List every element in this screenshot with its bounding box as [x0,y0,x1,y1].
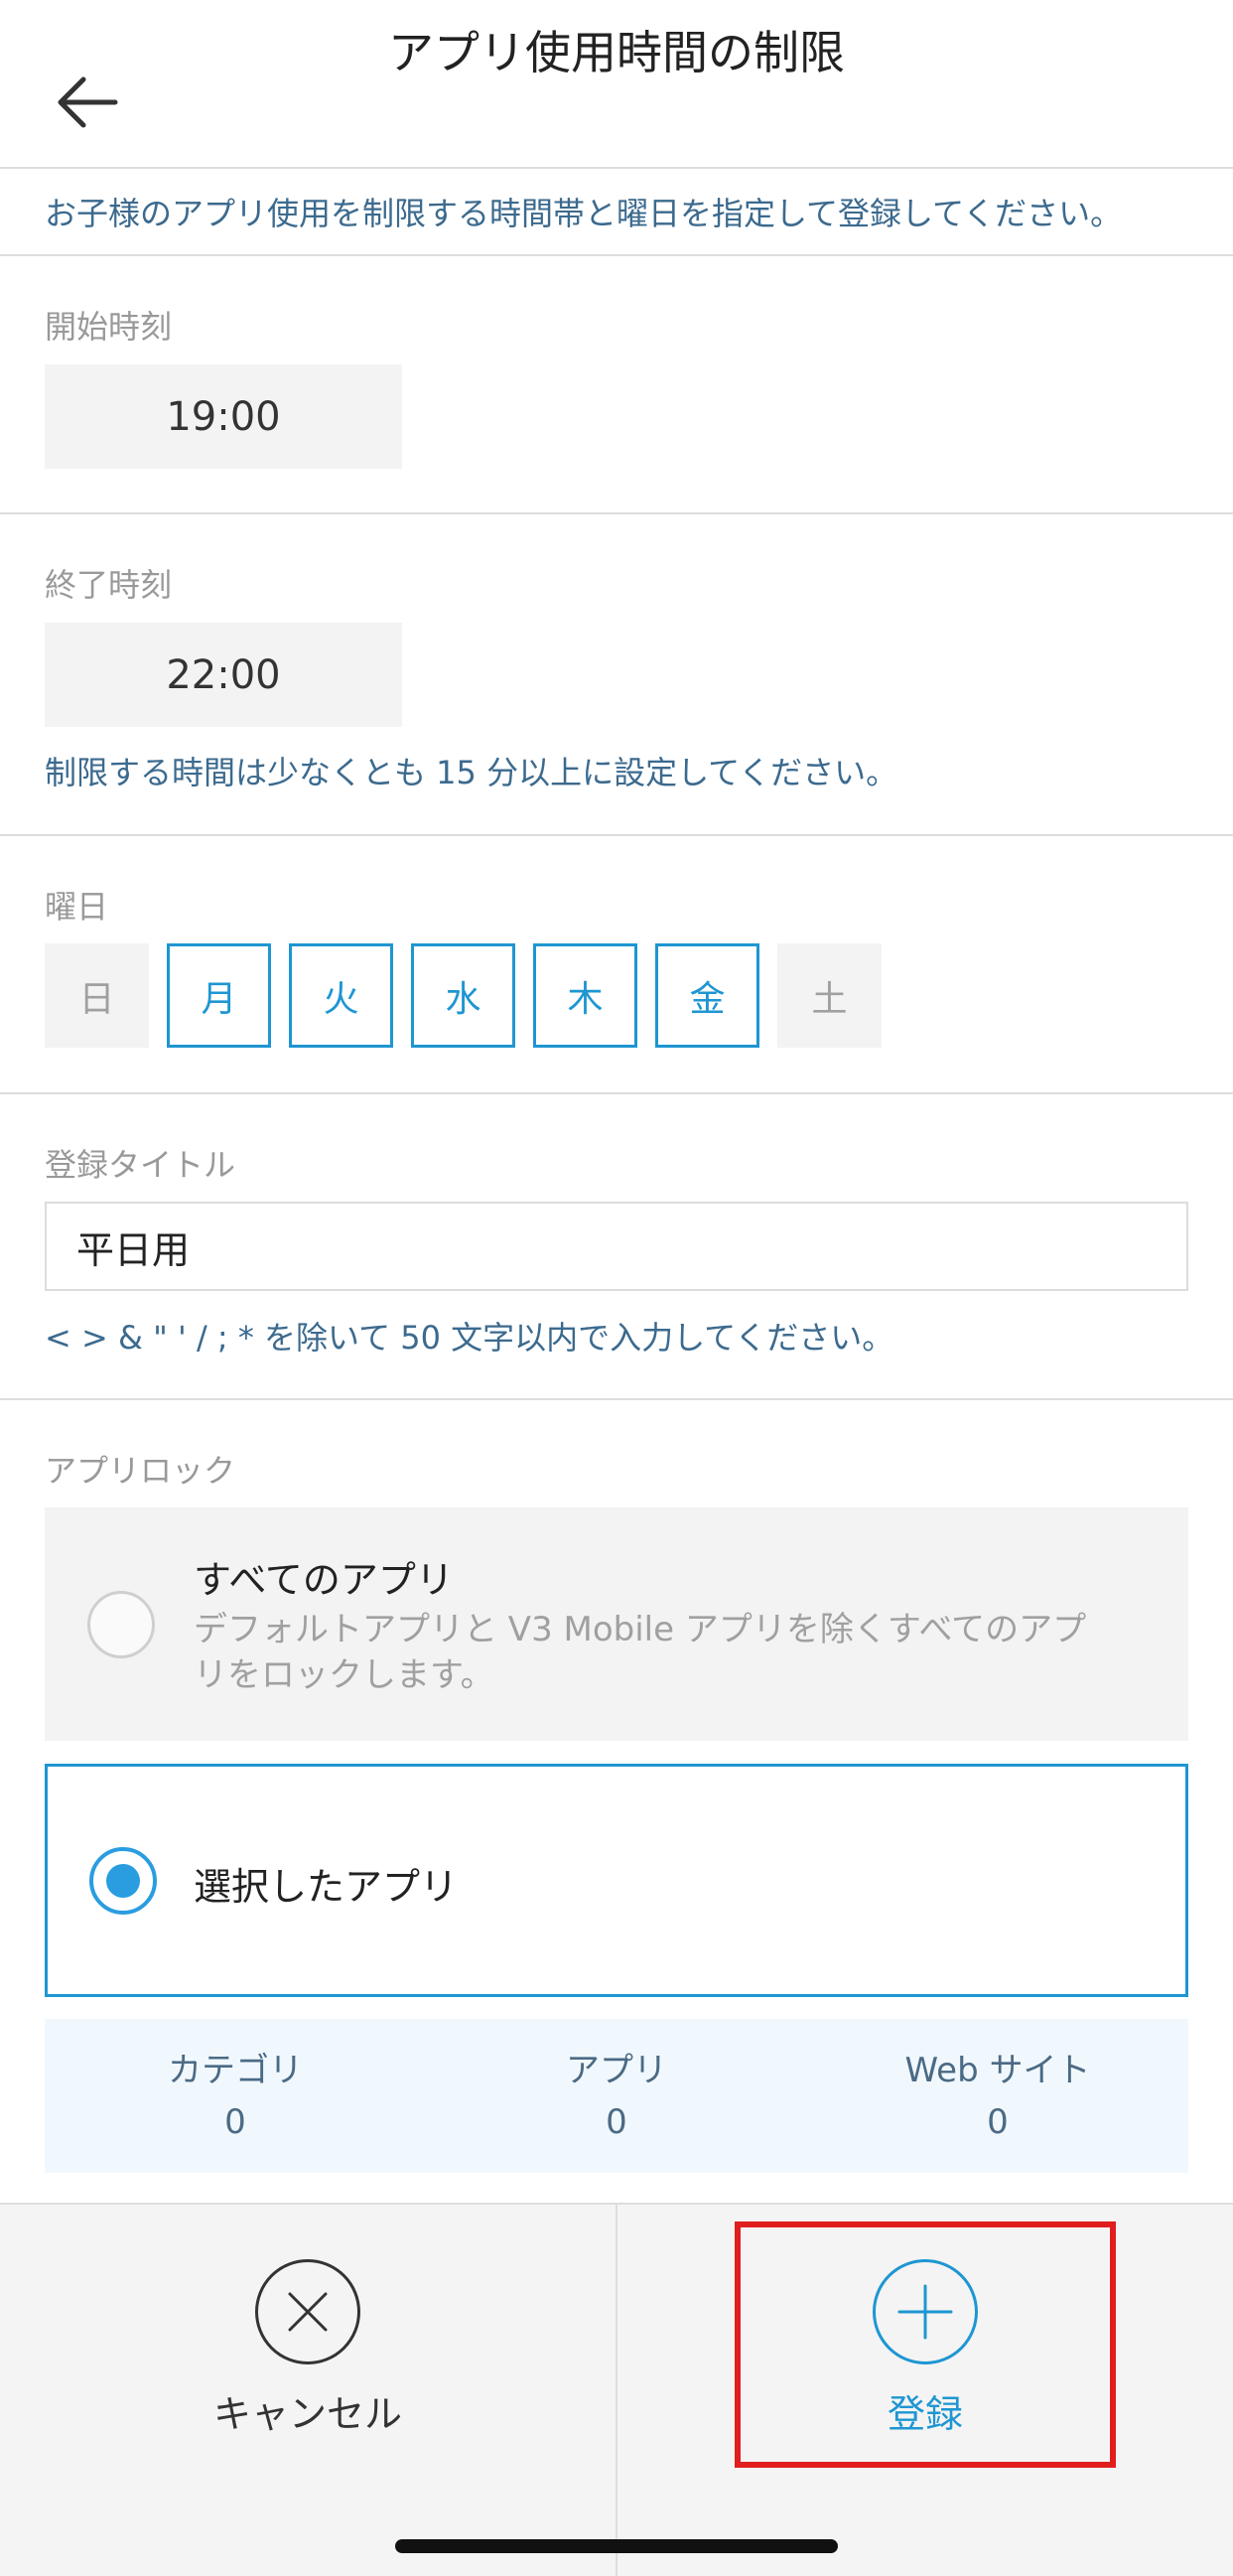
reg-title-hint: < > & " ' / ; * を除いて 50 文字以内で入力してください。 [45,1319,894,1357]
radio-checked-icon[interactable] [89,1847,157,1915]
option-selected-apps-title: 選択したアプリ [194,1865,459,1909]
footer-actions: キャンセル 登録 [0,2203,1233,2576]
option-all-apps-title: すべてのアプリ [194,1558,454,1602]
register-label: 登録 [887,2392,963,2436]
divider [0,1092,1233,1094]
home-indicator[interactable] [395,2539,838,2553]
app-header: アプリ使用時間の制限 [0,0,1233,169]
weekday-label: 曜日 [45,888,109,926]
category-count-value: 0 [224,2101,246,2142]
reg-title-input[interactable] [45,1202,1188,1291]
divider [0,254,1233,256]
option-all-apps[interactable]: すべてのアプリ デフォルトアプリと V3 Mobile アプリを除くすべてのアプ… [45,1507,1188,1741]
divider [0,834,1233,836]
cancel-button[interactable]: キャンセル [0,2205,616,2463]
register-button[interactable]: 登録 [617,2205,1233,2463]
website-count-label: Web サイト [904,2050,1091,2090]
day-monday[interactable]: 月 [167,943,271,1048]
radio-unchecked-icon[interactable] [87,1591,155,1658]
option-selected-apps[interactable]: 選択したアプリ [45,1764,1188,1997]
category-count-label: カテゴリ [168,2050,303,2090]
selection-summary[interactable]: カテゴリ 0 アプリ 0 Web サイト 0 [45,2019,1188,2173]
website-count[interactable]: Web サイト 0 [807,2019,1188,2173]
reg-title-label: 登録タイトル [45,1146,236,1184]
app-count-value: 0 [606,2101,627,2142]
page-title: アプリ使用時間の制限 [388,26,845,79]
day-saturday[interactable]: 土 [777,943,882,1048]
day-thursday[interactable]: 木 [533,943,637,1048]
start-time-picker[interactable]: 19:00 [45,364,402,469]
divider [0,1398,1233,1400]
intro-text: お子様のアプリ使用を制限する時間帯と曜日を指定して登録してください。 [45,195,1123,232]
day-sunday[interactable]: 日 [45,943,149,1048]
category-count[interactable]: カテゴリ 0 [45,2019,426,2173]
start-time-label: 開始時刻 [45,308,173,346]
website-count-value: 0 [987,2101,1009,2142]
end-time-label: 終了時刻 [45,566,173,604]
app-lock-label: アプリロック [45,1452,236,1490]
back-button[interactable] [40,55,134,149]
close-circle-icon [255,2259,360,2364]
day-wednesday[interactable]: 水 [411,943,515,1048]
arrow-left-icon [58,76,117,127]
app-count-label: アプリ [566,2050,667,2090]
day-tuesday[interactable]: 火 [289,943,393,1048]
divider [0,512,1233,514]
day-friday[interactable]: 金 [655,943,759,1048]
app-count[interactable]: アプリ 0 [426,2019,807,2173]
cancel-label: キャンセル [212,2392,402,2436]
end-time-hint: 制限する時間は少なくとも 15 分以上に設定してください。 [45,754,898,791]
end-time-picker[interactable]: 22:00 [45,623,402,727]
option-all-apps-description: デフォルトアプリと V3 Mobile アプリを除くすべてのアプリをロックします… [194,1610,1087,1695]
plus-circle-icon [873,2259,978,2364]
